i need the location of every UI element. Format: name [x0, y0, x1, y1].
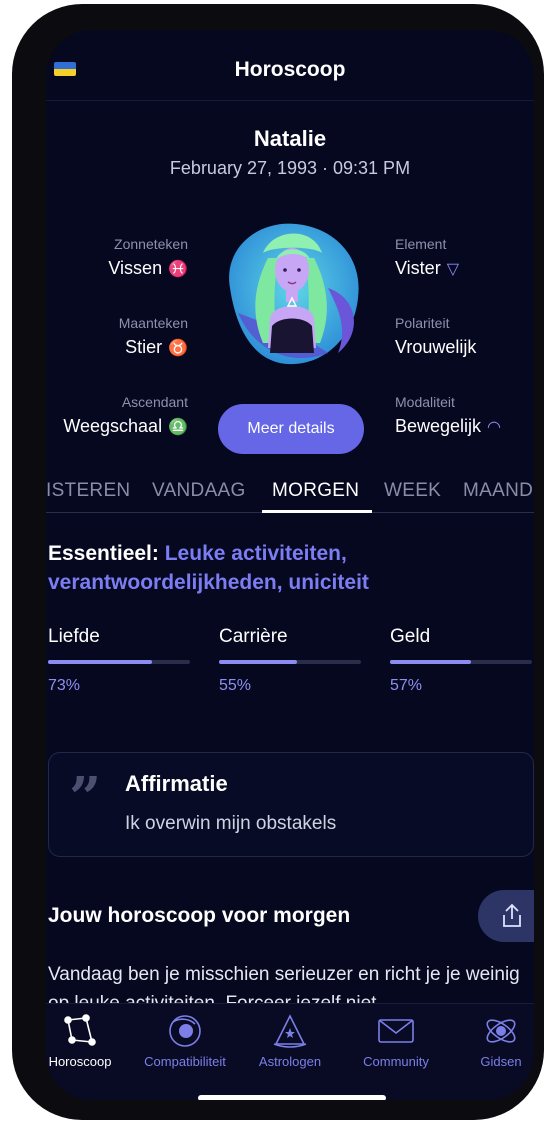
- tab-maand[interactable]: MAAND: [463, 480, 533, 502]
- essential-prefix: Essentieel:: [48, 542, 159, 565]
- share-button[interactable]: [478, 890, 534, 942]
- meter-percent: 55%: [219, 677, 252, 694]
- orbit-icon: [169, 1015, 201, 1047]
- attr-value: Weegschaal: [63, 416, 163, 436]
- affirmation-title: Affirmatie: [125, 771, 228, 796]
- wizard-hat-icon: [273, 1014, 307, 1048]
- attr-value: Stier: [125, 337, 163, 357]
- tab-morgen[interactable]: MORGEN: [272, 480, 359, 502]
- attr-ascendant: Ascendant Weegschaal ♎: [63, 394, 188, 437]
- affirmation-card: ” Affirmatie Ik overwin mijn obstakels: [48, 752, 534, 857]
- zodiac-avatar-illustration: [229, 223, 359, 365]
- meter-carriere: Carrière 55%: [219, 626, 361, 695]
- attr-zonneteken: Zonneteken Vissen ♓: [108, 236, 188, 279]
- more-details-button[interactable]: Meer details: [218, 404, 364, 454]
- pisces-icon: ♓: [168, 261, 188, 278]
- meter-label: Carrière: [219, 626, 288, 647]
- share-icon: [503, 903, 521, 927]
- attr-label: Element: [395, 236, 447, 252]
- attr-value: Vister: [395, 258, 441, 278]
- page-title: Horoscoop: [234, 58, 346, 81]
- tab-week[interactable]: WEEK: [384, 480, 441, 502]
- attr-label: Maanteken: [118, 315, 188, 331]
- attr-label: Zonneteken: [114, 236, 188, 252]
- attr-label: Polariteit: [395, 315, 450, 331]
- active-tab-indicator: [262, 510, 372, 513]
- tab-vandaag[interactable]: VANDAAG: [152, 480, 246, 502]
- nav-horoscoop[interactable]: Horoscoop: [46, 1012, 135, 1069]
- attr-maanteken: Maanteken Stier ♉: [119, 315, 188, 358]
- home-indicator: [198, 1095, 386, 1100]
- meter-track: [219, 660, 361, 664]
- meter-geld: Geld 57%: [390, 626, 532, 695]
- phone-frame: Horoscoop Natalie February 27, 1993 · 09…: [12, 4, 544, 1120]
- quote-icon: ”: [69, 765, 102, 831]
- nav-label: Gidsen: [480, 1054, 522, 1069]
- affirmation-text: Ik overwin mijn obstakels: [125, 813, 337, 834]
- attr-label: Ascendant: [121, 394, 188, 410]
- horoscope-title: Jouw horoscoop voor morgen: [48, 904, 351, 927]
- attr-modaliteit: Modaliteit Bewegelijk ◠: [395, 394, 501, 437]
- envelope-icon: [378, 1019, 414, 1043]
- meter-label: Geld: [390, 626, 431, 647]
- meter-fill: [48, 660, 152, 664]
- nav-astrologen[interactable]: Astrologen: [235, 1012, 345, 1069]
- profile-birth: February 27, 1993 · 09:31 PM: [169, 158, 411, 178]
- meter-fill: [219, 660, 298, 664]
- attr-polariteit: Polariteit Vrouwelijk: [395, 315, 476, 358]
- meter-percent: 57%: [390, 677, 423, 694]
- meter-track: [390, 660, 532, 664]
- nav-gidsen[interactable]: Gidsen: [446, 1012, 534, 1069]
- meter-track: [48, 660, 190, 664]
- nav-compatibiliteit[interactable]: Compatibiliteit: [130, 1012, 240, 1069]
- app-screen: Horoscoop Natalie February 27, 1993 · 09…: [46, 30, 534, 1100]
- header-divider: [46, 100, 534, 101]
- nav-label: Compatibiliteit: [144, 1054, 226, 1069]
- attr-value: Bewegelijk: [395, 416, 482, 436]
- mutable-arc-icon: ◠: [487, 419, 502, 436]
- constellation-icon: [64, 1014, 96, 1046]
- tab-gisteren[interactable]: ISTEREN: [46, 480, 130, 502]
- nav-label: Astrologen: [258, 1054, 322, 1069]
- nav-label: Community: [363, 1054, 429, 1069]
- essential-summary: Essentieel: Leuke activiteiten, verantwo…: [48, 539, 528, 597]
- water-triangle-icon: ▽: [446, 261, 459, 278]
- attr-label: Modaliteit: [395, 394, 455, 410]
- nav-community[interactable]: Community: [341, 1012, 451, 1069]
- meter-fill: [390, 660, 471, 664]
- taurus-icon: ♉: [168, 340, 188, 357]
- nav-label: Horoscoop: [48, 1054, 112, 1069]
- bottom-nav: Horoscoop Compatibiliteit Astrologen Com…: [46, 1003, 534, 1100]
- period-tabs: ISTEREN VANDAAG MORGEN WEEK MAAND: [46, 480, 534, 510]
- profile-name: Natalie: [253, 126, 327, 151]
- attr-value: Vissen: [108, 258, 163, 278]
- libra-icon: ♎: [168, 419, 188, 436]
- attr-value: Vrouwelijk: [395, 337, 477, 357]
- meter-liefde: Liefde 73%: [48, 626, 190, 695]
- meter-percent: 73%: [48, 677, 81, 694]
- attr-element: Element Vister ▽: [395, 236, 459, 279]
- atom-icon: [486, 1019, 516, 1043]
- meter-label: Liefde: [48, 626, 100, 647]
